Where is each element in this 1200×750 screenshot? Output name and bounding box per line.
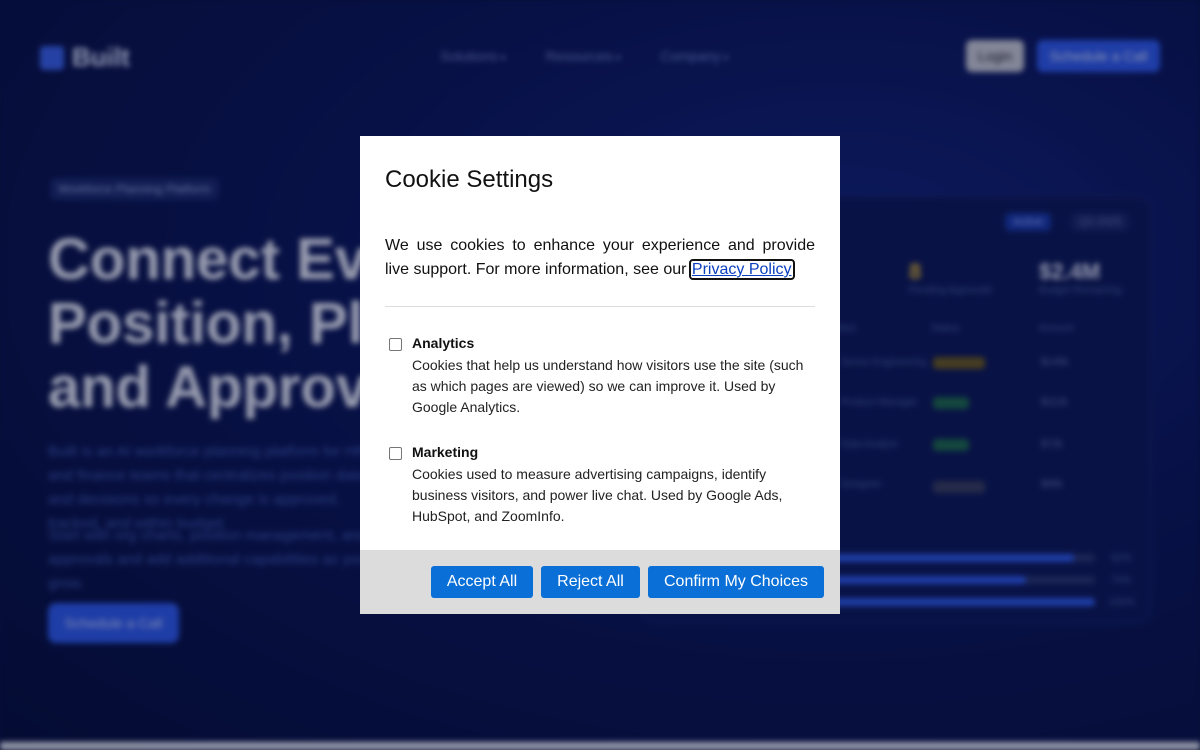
reject-all-button[interactable]: Reject All: [541, 566, 640, 598]
option-description: Cookies that help us understand how visi…: [412, 357, 804, 415]
analytics-checkbox[interactable]: [389, 338, 402, 351]
option-title: Marketing: [412, 444, 479, 460]
marketing-checkbox[interactable]: [389, 447, 402, 460]
divider: [385, 306, 815, 307]
dialog-footer: Accept All Reject All Confirm My Choices: [360, 550, 840, 614]
dialog-title: Cookie Settings: [385, 166, 554, 193]
privacy-policy-link[interactable]: Privacy Policy: [688, 259, 795, 280]
accept-all-button[interactable]: Accept All: [431, 566, 533, 598]
cookie-settings-dialog: Cookie Settings We use cookies to enhanc…: [360, 136, 840, 614]
dialog-intro: We use cookies to enhance your experienc…: [385, 234, 815, 282]
confirm-choices-button[interactable]: Confirm My Choices: [648, 566, 824, 598]
option-title: Analytics: [412, 335, 475, 351]
option-description: Cookies used to measure advertising camp…: [412, 466, 783, 524]
